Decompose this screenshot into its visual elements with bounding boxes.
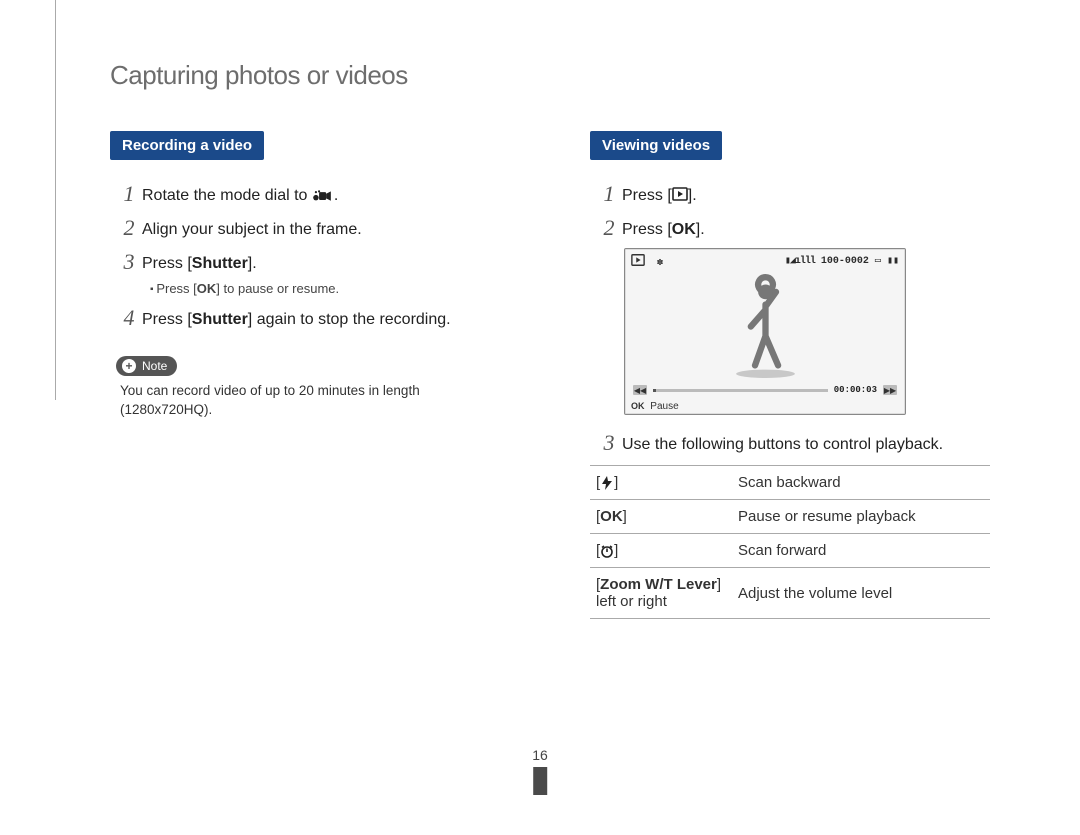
step-row: 2 Press [OK]. [596, 216, 990, 242]
rewind-icon: ◀◀ [633, 385, 647, 395]
timecode: 00:00:03 [834, 385, 877, 395]
step-text: Press [Shutter]. [142, 250, 257, 276]
battery-icon: ▮▮ [887, 256, 899, 267]
flash-icon [600, 476, 614, 490]
step-text: Press []. [622, 182, 697, 208]
step-row: 1 Rotate the mode dial to . [116, 182, 510, 208]
table-desc: Pause or resume playback [732, 500, 990, 534]
sub-bullet-part: Press [ [156, 281, 196, 296]
movie-indicator-icon: ✽ [657, 258, 663, 269]
table-row: [] Scan backward [590, 466, 990, 500]
step-number: 1 [116, 182, 142, 206]
ok-label: OK [631, 401, 645, 411]
table-key: [OK] [590, 500, 732, 534]
page-number-bar [533, 767, 547, 795]
table-row: [] Scan forward [590, 534, 990, 568]
step-text-part: Press [ [622, 187, 672, 204]
step-text: Press [OK]. [622, 216, 705, 242]
step-text-part: . [334, 187, 338, 204]
note-label-text: Note [142, 359, 167, 373]
screen-top-bar: ✽ ▮◢ılll 100-0002 ▭ ▮▮ [631, 253, 899, 269]
progress-bar [653, 389, 828, 392]
step-text: Align your subject in the frame. [142, 216, 362, 242]
step-number: 4 [116, 306, 142, 330]
page-number: 16 [532, 747, 548, 795]
step-text-part: Rotate the mode dial to [142, 187, 312, 204]
signal-icon: ▮◢ılll [785, 256, 815, 267]
gutter-line [55, 0, 56, 400]
ok-label: OK [600, 508, 623, 525]
step-row: 3 Use the following buttons to control p… [596, 431, 990, 457]
step-row: 4 Press [Shutter] again to stop the reco… [116, 306, 510, 332]
step-text-part: Press [ [622, 221, 672, 238]
video-mode-icon [312, 186, 334, 200]
table-row: [Zoom W/T Lever] left or right Adjust th… [590, 568, 990, 619]
playback-icon [672, 186, 688, 200]
step-number: 1 [596, 182, 622, 206]
right-column: Viewing videos 1 Press []. 2 Press [OK]. [590, 131, 990, 619]
screen-figure [625, 273, 905, 378]
left-column: Recording a video 1 Rotate the mode dial… [110, 131, 510, 619]
step-number: 3 [116, 250, 142, 274]
screen-bottom-bar: ◀◀ 00:00:03 ▶▶ [625, 384, 905, 396]
zoom-lever-label: Zoom W/T Lever [600, 576, 717, 593]
forward-icon: ▶▶ [883, 385, 897, 395]
screen-top-left: ✽ [631, 253, 663, 269]
manual-page: Capturing photos or videos Recording a v… [0, 0, 1080, 835]
note-badge: + Note [116, 356, 177, 376]
table-desc: Adjust the volume level [732, 568, 990, 619]
plus-icon: + [122, 359, 136, 373]
step-text-part: ]. [688, 187, 697, 204]
step-number: 2 [596, 216, 622, 240]
step-row: 3 Press [Shutter]. [116, 250, 510, 276]
section-badge-viewing: Viewing videos [590, 131, 722, 160]
card-icon: ▭ [875, 256, 881, 267]
step-text-part: Press [ [142, 311, 192, 328]
section-badge-recording: Recording a video [110, 131, 264, 160]
table-key: [Zoom W/T Lever] left or right [590, 568, 732, 619]
step-text: Rotate the mode dial to . [142, 182, 338, 208]
step-text-part: ] again to stop the recording. [248, 311, 451, 328]
step-text-part: ]. [248, 255, 257, 272]
table-desc: Scan forward [732, 534, 990, 568]
ok-label: OK [672, 221, 696, 238]
playback-icon [631, 253, 645, 267]
page-title: Capturing photos or videos [110, 60, 990, 91]
shutter-label: Shutter [192, 255, 248, 272]
timer-icon [600, 544, 614, 558]
table-key: [] [590, 534, 732, 568]
pause-label: Pause [650, 401, 678, 412]
table-row: [OK] Pause or resume playback [590, 500, 990, 534]
table-key: [] [590, 466, 732, 500]
step-text: Press [Shutter] again to stop the record… [142, 306, 451, 332]
zoom-lever-line2: left or right [596, 593, 667, 610]
page-number-text: 16 [532, 747, 548, 763]
content-columns: Recording a video 1 Rotate the mode dial… [110, 131, 990, 619]
screen-top-right: ▮◢ılll 100-0002 ▭ ▮▮ [785, 255, 899, 267]
step-number: 3 [596, 431, 622, 455]
step-text-part: Press [ [142, 255, 192, 272]
ok-label: OK [197, 281, 217, 296]
video-playback-screenshot: ✽ ▮◢ılll 100-0002 ▭ ▮▮ [624, 248, 906, 415]
step-row: 1 Press []. [596, 182, 990, 208]
shutter-label: Shutter [192, 311, 248, 328]
step-row: 2 Align your subject in the frame. [116, 216, 510, 242]
screen-pause-hint: OK Pause [631, 401, 679, 412]
step-text: Use the following buttons to control pla… [622, 431, 943, 457]
counter-text: 100-0002 [821, 256, 869, 267]
note-text: You can record video of up to 20 minutes… [120, 382, 510, 420]
step-number: 2 [116, 216, 142, 240]
sub-bullet-part: ] to pause or resume. [216, 281, 339, 296]
table-desc: Scan backward [732, 466, 990, 500]
sub-bullet: Press [OK] to pause or resume. [150, 280, 510, 298]
playback-controls-table: [] Scan backward [OK] Pause or resume pl… [590, 465, 990, 619]
step-text-part: ]. [696, 221, 705, 238]
